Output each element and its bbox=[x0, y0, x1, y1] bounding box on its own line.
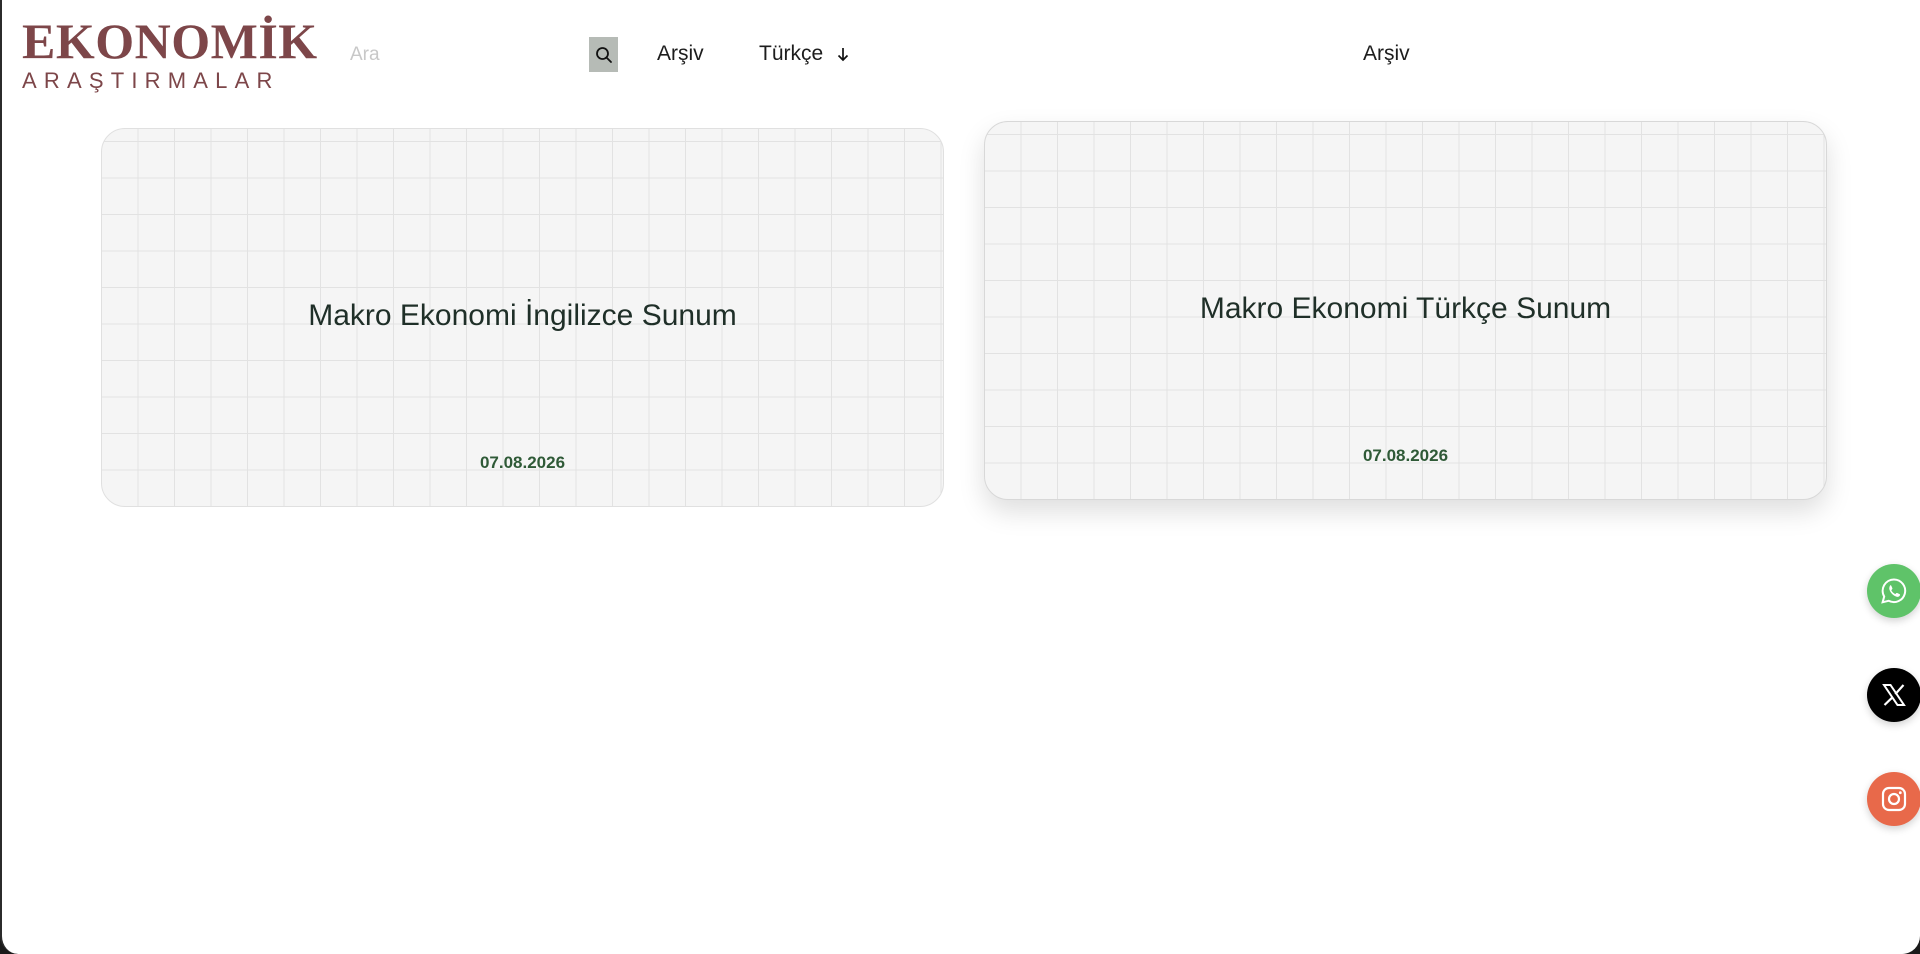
search-icon bbox=[595, 46, 612, 63]
instagram-button[interactable] bbox=[1867, 772, 1920, 826]
x-button[interactable] bbox=[1867, 668, 1920, 722]
site-logo[interactable]: EKONOMİK ARAŞTIRMALAR bbox=[22, 13, 318, 93]
card-date: 07.08.2026 bbox=[1362, 446, 1449, 465]
whatsapp-button[interactable] bbox=[1867, 564, 1920, 618]
x-icon bbox=[1882, 684, 1906, 706]
presentation-card[interactable]: Makro Ekonomi Türkçe Sunum 07.08.2026 bbox=[984, 121, 1827, 500]
logo-title: EKONOMİK bbox=[22, 13, 318, 69]
instagram-icon bbox=[1881, 786, 1907, 812]
whatsapp-icon bbox=[1881, 578, 1907, 604]
language-label: Türkçe bbox=[759, 42, 824, 65]
card-title: Makro Ekonomi Türkçe Sunum bbox=[1199, 292, 1612, 325]
card-title: Makro Ekonomi İngilizce Sunum bbox=[308, 299, 737, 332]
card-date: 07.08.2026 bbox=[479, 453, 566, 472]
presentation-card[interactable]: Makro Ekonomi İngilizce Sunum 07.08.2026 bbox=[101, 128, 944, 507]
nav-archive-link[interactable]: Arşiv bbox=[657, 42, 704, 66]
arrow-down-icon bbox=[837, 46, 849, 62]
language-selector[interactable]: Türkçe bbox=[759, 42, 849, 66]
search-input[interactable] bbox=[340, 38, 580, 72]
search-button[interactable] bbox=[589, 37, 618, 72]
page: EKONOMİK ARAŞTIRMALAR Arşiv Türkçe Arşiv… bbox=[0, 0, 1920, 954]
header-archive-link[interactable]: Arşiv bbox=[1363, 42, 1410, 66]
logo-subtitle: ARAŞTIRMALAR bbox=[22, 68, 280, 93]
